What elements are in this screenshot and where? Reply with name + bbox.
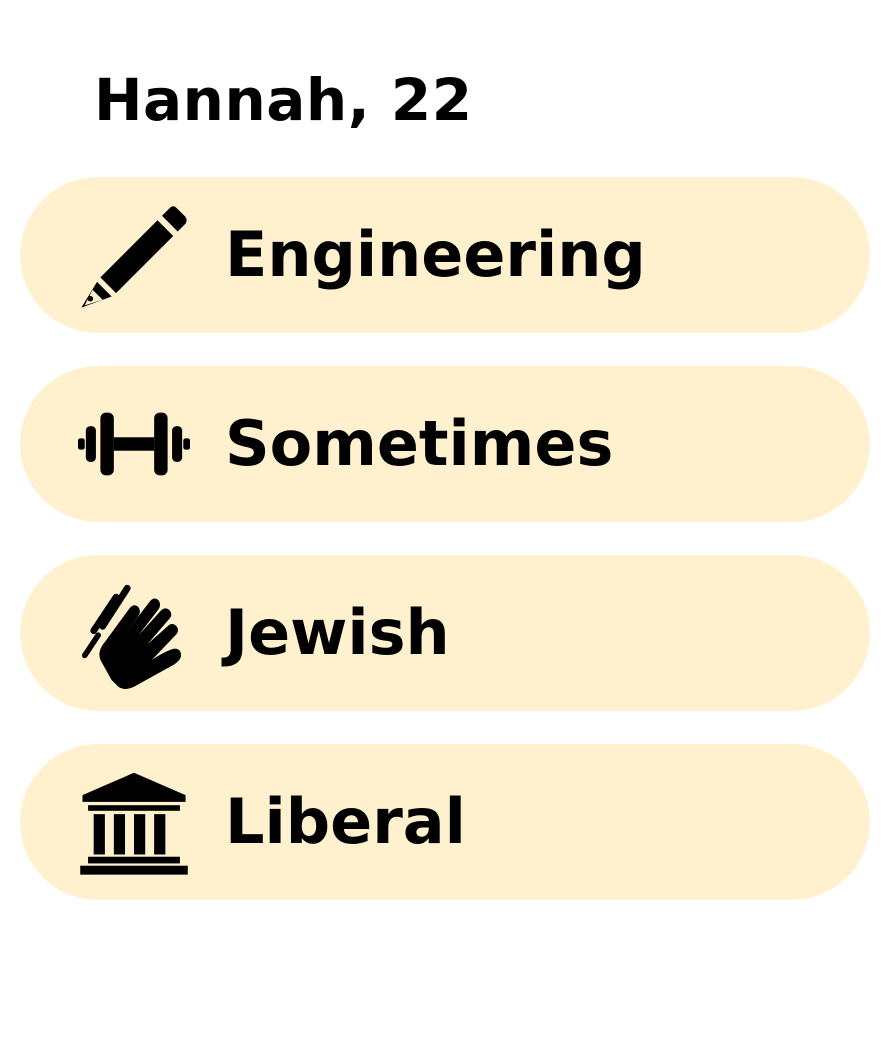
government-building-icon [78,766,190,878]
attribute-pill-exercise: Sometimes [20,366,870,522]
attribute-pill-politics: Liberal [20,744,870,900]
pencil-icon [78,199,190,311]
praying-hands-icon [78,577,190,689]
dumbbell-icon [78,388,190,500]
attribute-pill-field-of-study: Engineering [20,177,870,333]
attribute-label: Liberal [225,785,466,858]
attribute-label: Engineering [225,218,646,291]
attribute-pill-religion: Jewish [20,555,870,711]
profile-name-age: Hannah, 22 [94,66,473,134]
attribute-label: Sometimes [225,407,614,480]
attribute-label: Jewish [225,596,450,669]
